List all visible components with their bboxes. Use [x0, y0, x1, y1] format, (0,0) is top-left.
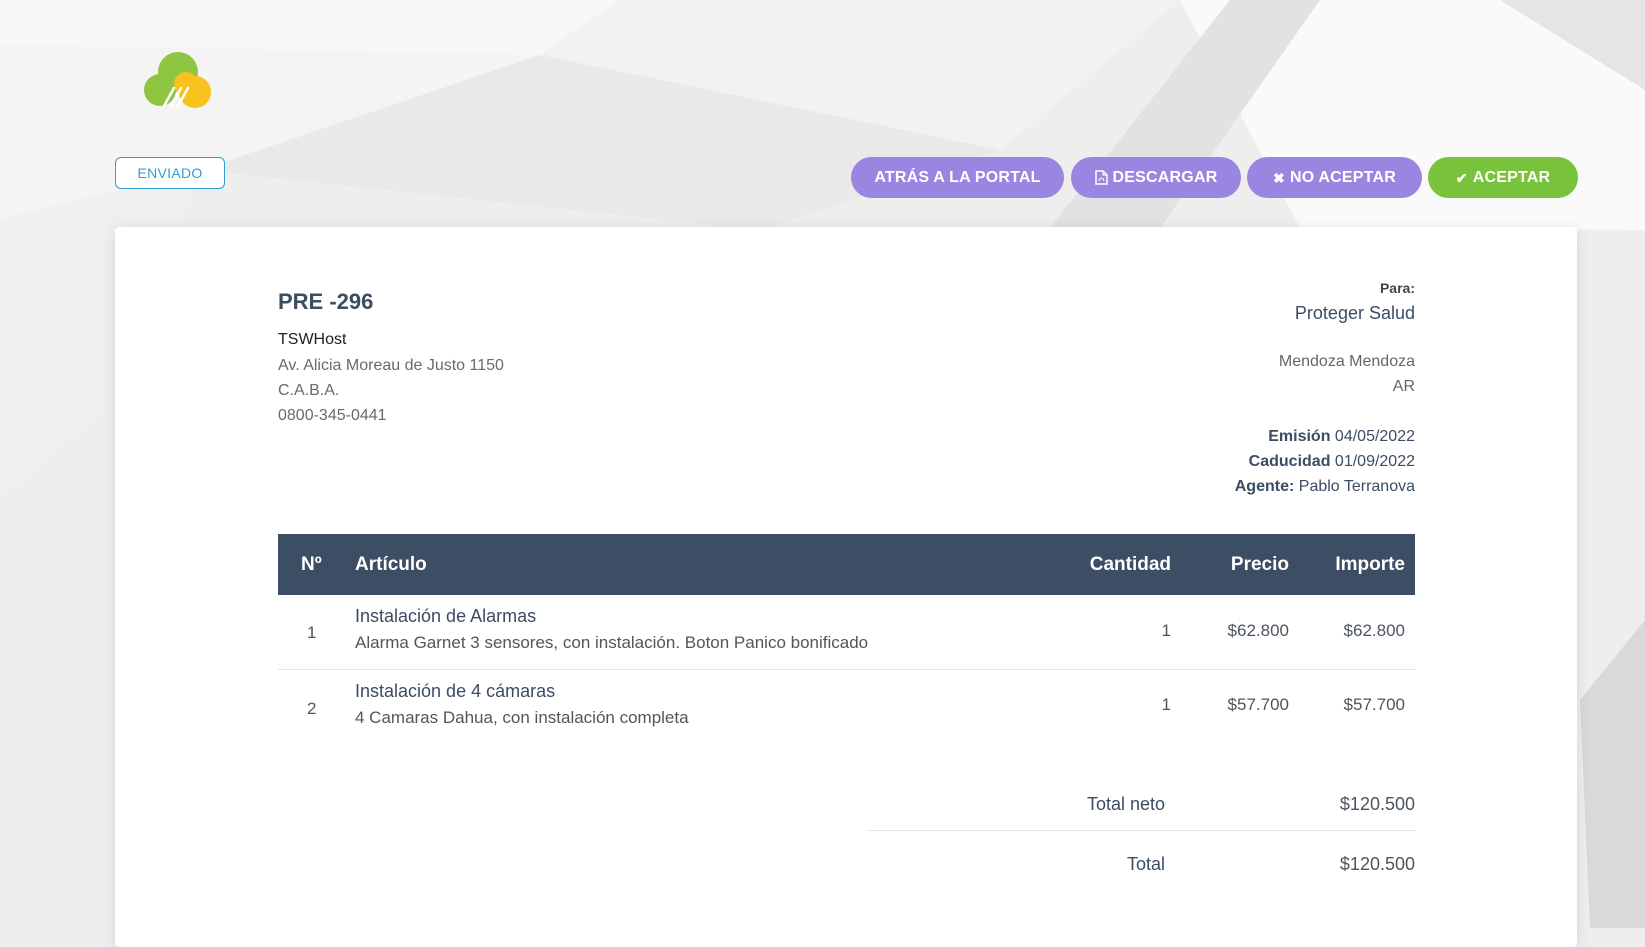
client-city: Mendoza Mendoza [1278, 353, 1415, 370]
accept-button[interactable]: ✔ ACEPTAR [1428, 157, 1578, 198]
reject-button[interactable]: ✖ NO ACEPTAR [1247, 157, 1422, 198]
item-quantity: 1 [1161, 695, 1171, 714]
expiry-date: Caducidad 01/09/2022 [1249, 453, 1415, 471]
back-to-portal-button[interactable]: ATRÁS A LA PORTAL [851, 157, 1064, 198]
header-number: Nº [301, 553, 322, 575]
header-quantity: Cantidad [1089, 553, 1171, 575]
item-amount: $62.800 [1343, 621, 1405, 640]
header-item: Artículo [355, 553, 427, 575]
item-description: 4 Camaras Dahua, con instalación complet… [355, 708, 689, 727]
item-amount: $57.700 [1343, 695, 1405, 714]
table-row: 1 Instalación de Alarmas Alarma Garnet 3… [278, 595, 1415, 670]
issue-date-value: 04/05/2022 [1334, 428, 1415, 445]
item-description: Alarma Garnet 3 sensores, con instalació… [355, 633, 869, 652]
items-table-header: Nº Artículo Cantidad Precio Importe [278, 534, 1415, 595]
reject-label: NO ACEPTAR [1289, 168, 1396, 186]
check-icon: ✔ [1455, 169, 1468, 186]
estimate-card: PRE -296 TSWHost Av. Alicia Moreau de Ju… [115, 227, 1577, 947]
estimate-number: PRE -296 [278, 289, 374, 314]
total-value: $120.500 [1339, 854, 1415, 874]
net-total-value: $120.500 [1339, 794, 1415, 814]
table-row: 2 Instalación de 4 cámaras 4 Camaras Dah… [278, 670, 1415, 744]
header-amount: Importe [1335, 553, 1405, 575]
company-phone: 0800-345-0441 [278, 407, 387, 424]
client-name: Proteger Salud [1294, 303, 1415, 323]
row-number: 2 [307, 699, 317, 718]
issue-date-label: Emisión [1268, 428, 1331, 445]
item-name: Instalación de 4 cámaras [355, 681, 556, 701]
row-number: 1 [307, 623, 317, 642]
cloud-logo-icon [144, 52, 211, 108]
expiry-date-label: Caducidad [1248, 453, 1331, 470]
company-city: C.A.B.A. [278, 382, 340, 399]
company-address: Av. Alicia Moreau de Justo 1150 [278, 357, 504, 374]
item-price: $62.800 [1227, 621, 1289, 640]
item-name: Instalación de Alarmas [355, 606, 537, 626]
client-label: Para: [1379, 280, 1415, 296]
accept-label: ACEPTAR [1472, 168, 1551, 186]
times-icon: ✖ [1273, 169, 1285, 186]
issue-date: Emisión 04/05/2022 [1268, 428, 1415, 446]
download-button[interactable]: DESCARGAR [1071, 157, 1241, 198]
item-price: $57.700 [1227, 695, 1289, 714]
expiry-date-value: 01/09/2022 [1334, 453, 1415, 470]
status-badge: ENVIADO [115, 157, 225, 189]
agent-label: Agente: [1234, 478, 1295, 495]
company-name: TSWHost [278, 331, 347, 348]
total-label: Total [1126, 854, 1165, 874]
agent: Agente: Pablo Terranova [1235, 478, 1415, 496]
client-country: AR [1392, 378, 1415, 395]
item-quantity: 1 [1161, 621, 1171, 640]
net-total-label: Total neto [1086, 794, 1165, 814]
agent-value: Pablo Terranova [1298, 478, 1415, 495]
download-label: DESCARGAR [1112, 168, 1218, 186]
file-pdf-icon [1094, 170, 1108, 185]
back-to-portal-label: ATRÁS A LA PORTAL [874, 168, 1041, 186]
totals-divider [867, 830, 1415, 831]
header-price: Precio [1230, 553, 1289, 575]
company-logo [140, 48, 220, 110]
